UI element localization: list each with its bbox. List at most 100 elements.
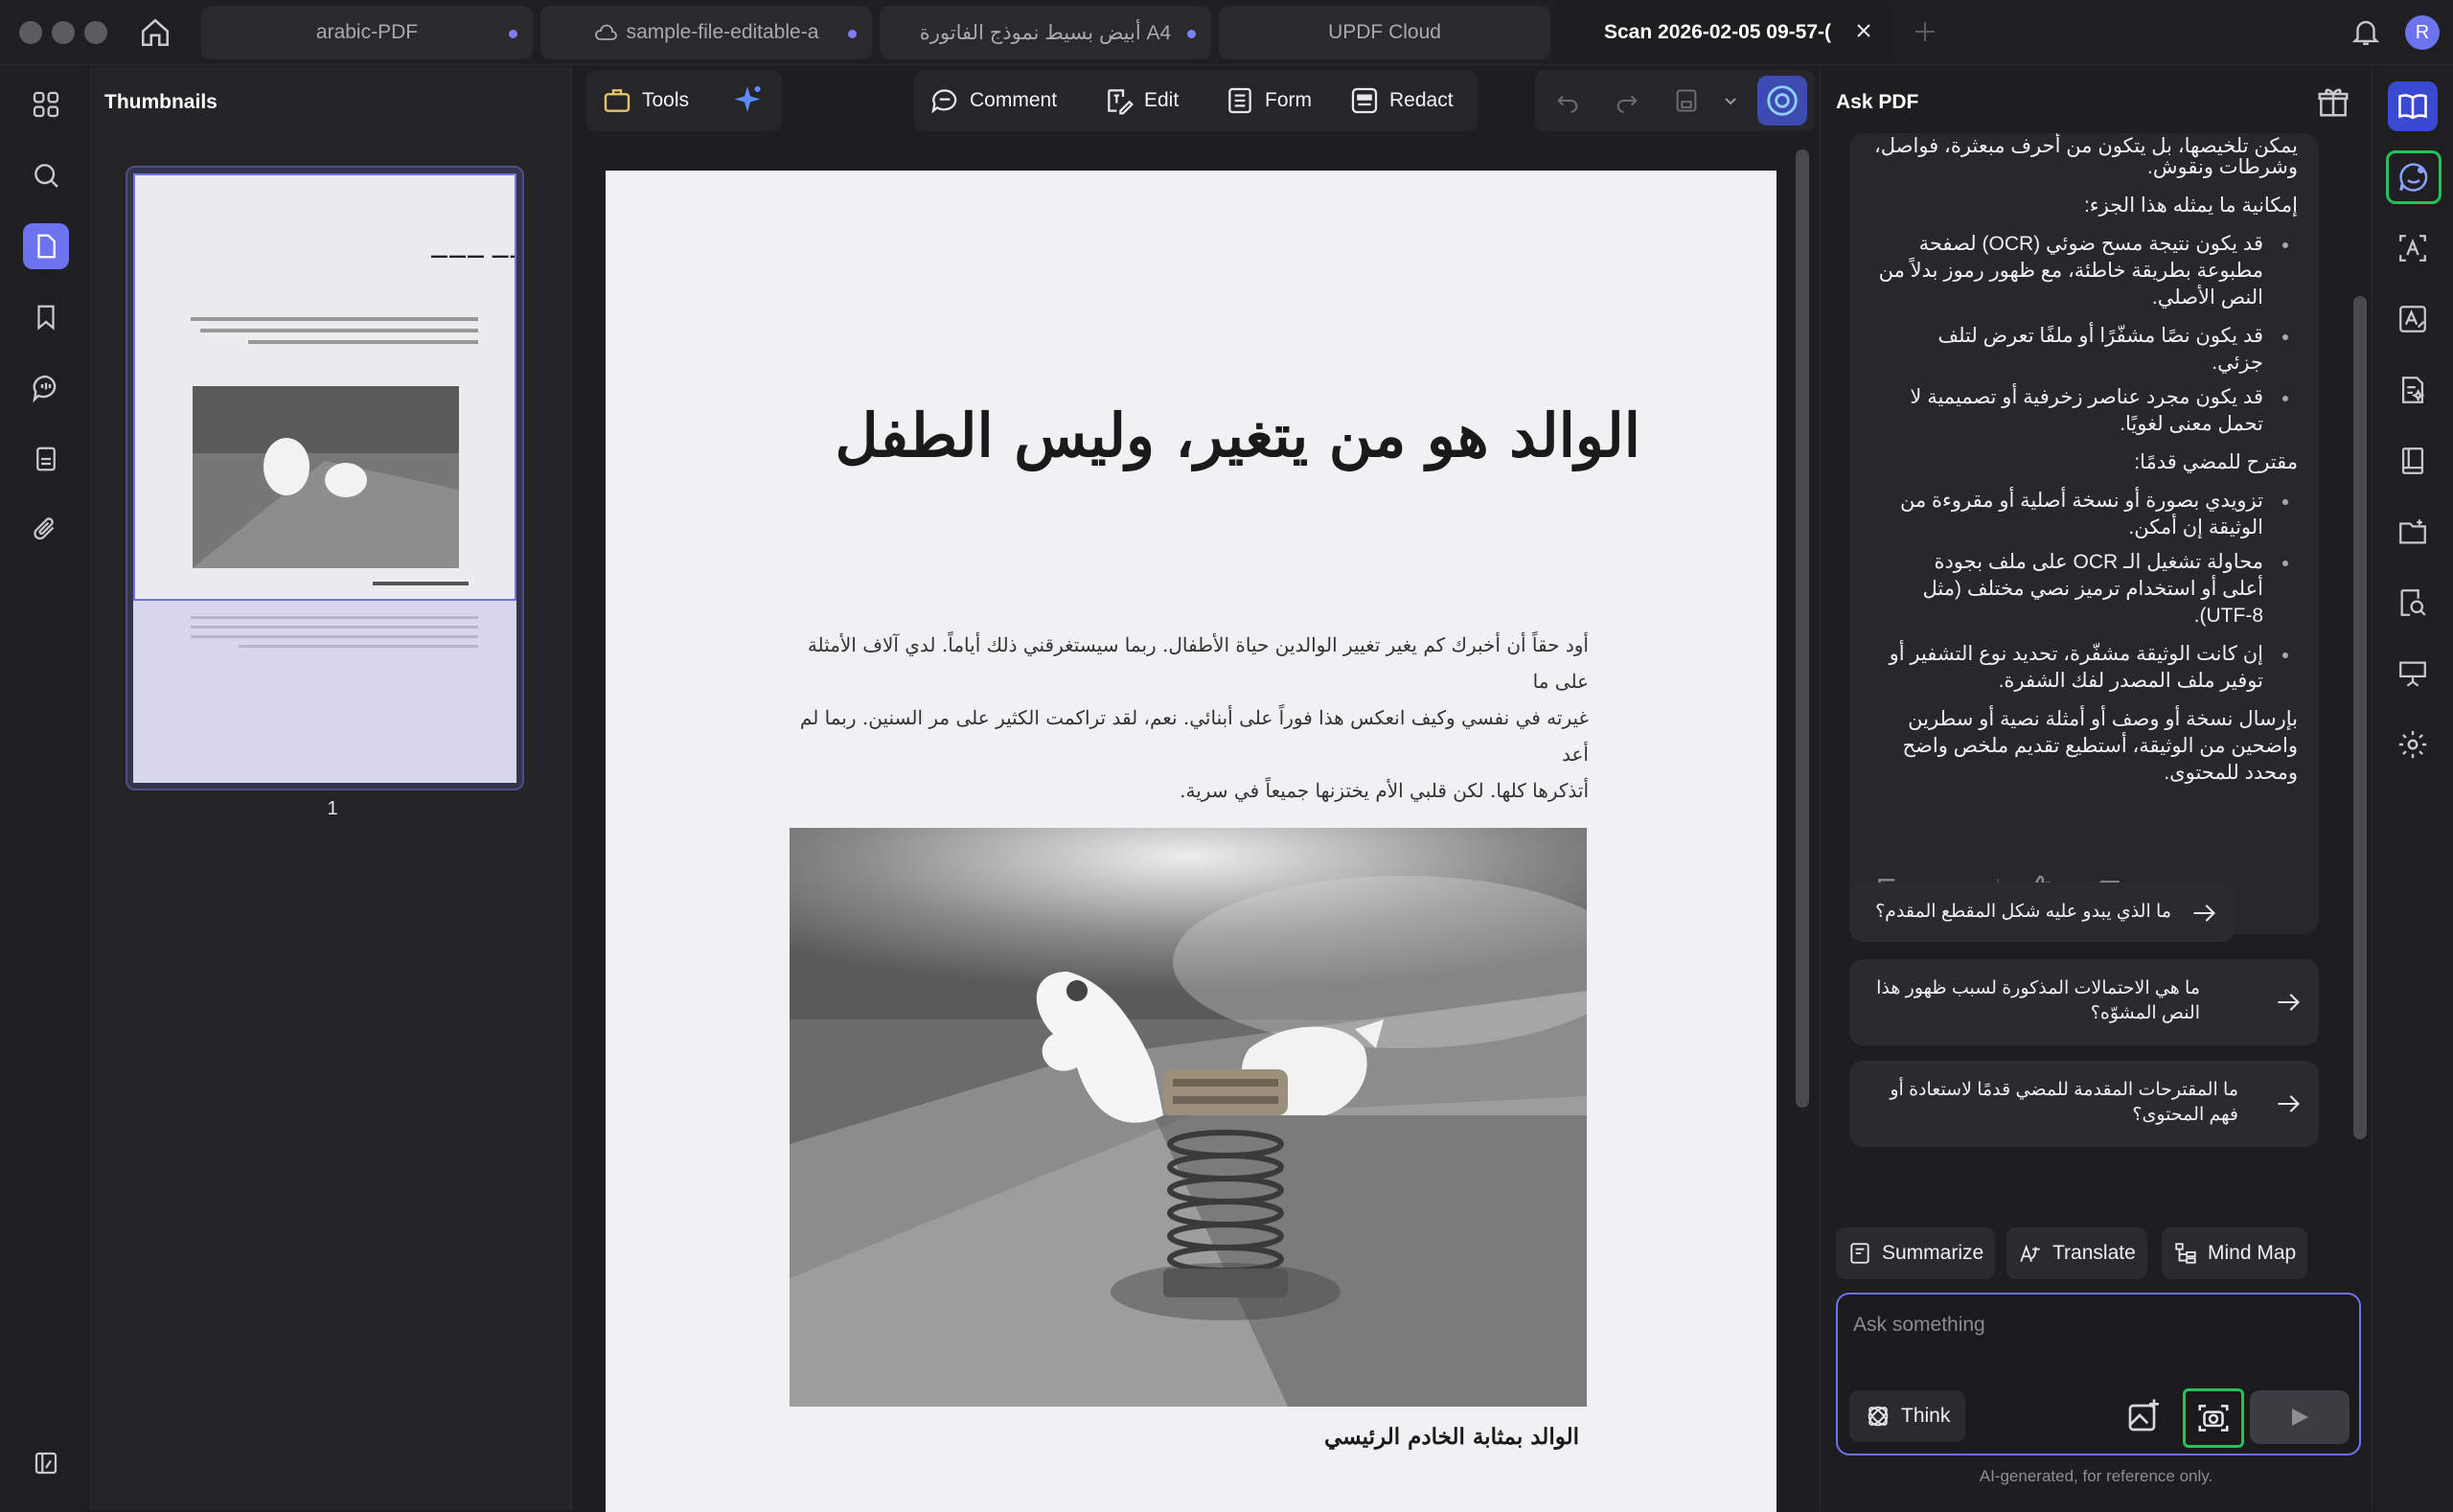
suggestion-text: ما هي الاحتمالات المذكورة لسبب ظهور هذا … bbox=[1865, 976, 2200, 1026]
summarize-button[interactable]: Summarize bbox=[1836, 1227, 1996, 1279]
translate-icon bbox=[2018, 1241, 2043, 1266]
tab-arabic-pdf[interactable]: arabic-PDF bbox=[201, 6, 533, 59]
window-minimize-button[interactable] bbox=[52, 21, 75, 44]
answer-line: إن كانت الوثيقة مشفّرة، تحديد نوع التشفي… bbox=[1889, 643, 2263, 665]
suggestion-line: ما هي الاحتمالات المذكورة لسبب ظهور هذا bbox=[1876, 978, 2200, 998]
ask-pdf-book-icon[interactable] bbox=[2388, 81, 2438, 131]
think-toggle[interactable]: Think bbox=[1849, 1390, 1966, 1442]
answer-line: توفير ملف المصدر لفك الشفرة. bbox=[1998, 670, 2263, 692]
image-upload-icon[interactable] bbox=[2125, 1396, 2164, 1434]
left-sidebar bbox=[0, 66, 92, 1510]
tools-group: Tools bbox=[586, 70, 782, 131]
ai-chat-assistant-icon[interactable] bbox=[2386, 150, 2442, 204]
unsaved-dot bbox=[1187, 30, 1196, 38]
document-viewer[interactable]: الوالد هو من يتغير، وليس الطفل أود حقاً … bbox=[573, 144, 1819, 1512]
search-document-icon[interactable] bbox=[2388, 578, 2438, 628]
screenshot-capture-button[interactable] bbox=[2183, 1388, 2244, 1448]
ai-sparkle-button[interactable] bbox=[730, 70, 765, 131]
answer-line: قد يكون نتيجة مسح ضوئي (OCR) لصفحة bbox=[1918, 233, 2263, 255]
answer-line: تزويدي بصورة أو نسخة أصلية أو مقروءة من bbox=[1899, 490, 2263, 512]
tab-updf-cloud[interactable]: UPDF Cloud bbox=[1219, 6, 1550, 59]
mind-map-label: Mind Map bbox=[2208, 1242, 2297, 1264]
thumbnail-visible-area bbox=[133, 173, 516, 601]
avatar[interactable]: R bbox=[2405, 15, 2440, 50]
document-scrollbar[interactable] bbox=[1796, 149, 1809, 1108]
thumbnails-page-icon[interactable] bbox=[23, 223, 69, 269]
comment-button[interactable]: Comment bbox=[929, 70, 1057, 131]
window-close-button[interactable] bbox=[19, 21, 42, 44]
answer-line: إمكانية ما يمثله هذا الجزء: bbox=[2083, 195, 2298, 217]
form-icon bbox=[1225, 85, 1255, 116]
translate-label: Translate bbox=[2052, 1242, 2136, 1264]
bullet-marker bbox=[2282, 334, 2288, 340]
sidebar-toggle-icon[interactable] bbox=[23, 1440, 69, 1486]
comments-icon[interactable] bbox=[23, 365, 69, 411]
answer-line: مطبوعة بطريقة خاطئة، مع ظهور رموز بدلاً … bbox=[1878, 260, 2263, 282]
redact-button[interactable]: Redact bbox=[1349, 70, 1454, 131]
translate-button[interactable]: Translate bbox=[2006, 1227, 2147, 1279]
settings-gear-icon[interactable] bbox=[2388, 720, 2438, 769]
document-title: الوالد هو من يتغير، وليس الطفل bbox=[835, 401, 1640, 470]
form-label: Form bbox=[1265, 89, 1312, 111]
window-zoom-button[interactable] bbox=[84, 21, 107, 44]
chevron-down-icon[interactable] bbox=[1723, 70, 1738, 131]
suggestion-2[interactable]: ما هي الاحتمالات المذكورة لسبب ظهور هذا … bbox=[1849, 959, 2319, 1045]
bookmark-icon[interactable] bbox=[23, 294, 69, 340]
camera-icon bbox=[2195, 1400, 2232, 1436]
answer-line: جزئي. bbox=[2212, 352, 2263, 374]
tab-label: sample-file-editable-a bbox=[626, 21, 819, 43]
save-icon[interactable] bbox=[1673, 70, 1700, 131]
tab-invoice-template[interactable]: A4 أبيض بسيط نموذج الفاتورة bbox=[880, 6, 1211, 59]
apps-grid-icon[interactable] bbox=[23, 81, 69, 127]
suggestion-text: ما المقترحات المقدمة للمضي قدمًا لاستعاد… bbox=[1865, 1078, 2238, 1128]
ocr-text-icon[interactable] bbox=[2388, 223, 2438, 273]
paperclip-icon[interactable] bbox=[23, 507, 69, 553]
suggestion-1[interactable]: ما الذي يبدو عليه شكل المقطع المقدم؟ bbox=[1849, 882, 2235, 942]
mind-map-button[interactable]: Mind Map bbox=[2162, 1227, 2308, 1279]
comment-label: Comment bbox=[970, 89, 1058, 111]
attachment-doc-icon[interactable] bbox=[23, 436, 69, 482]
cloud-icon bbox=[594, 24, 617, 41]
ai-answer-card: يمكن تلخيصها، بل يتكون من أحرف مبعثرة، ف… bbox=[1849, 133, 2319, 934]
document-paragraph: أود حقاً أن أخبرك كم يغير تغيير الوالدين… bbox=[778, 627, 1589, 809]
ai-assistant-toggle[interactable] bbox=[1757, 76, 1807, 126]
bullet-marker bbox=[2282, 561, 2288, 566]
arrow-right-icon bbox=[2275, 989, 2302, 1016]
suggestion-3[interactable]: ما المقترحات المقدمة للمضي قدمًا لاستعاد… bbox=[1849, 1061, 2319, 1147]
redo-icon[interactable] bbox=[1614, 70, 1640, 131]
folder-add-icon[interactable] bbox=[2388, 507, 2438, 557]
bullet-marker bbox=[2282, 653, 2288, 658]
chat-scrollbar[interactable] bbox=[2353, 296, 2367, 1139]
summarize-icon bbox=[1847, 1241, 1872, 1266]
text-recognition-icon[interactable] bbox=[2388, 294, 2438, 344]
think-icon bbox=[1865, 1403, 1891, 1430]
search-icon[interactable] bbox=[23, 152, 69, 198]
tab-scan[interactable]: Scan 2026-02-05 09-57-( bbox=[1558, 6, 1890, 59]
tab-label: UPDF Cloud bbox=[1328, 21, 1441, 43]
gift-icon[interactable] bbox=[2315, 83, 2351, 120]
page-thumbnail[interactable]: — ——— — —— ——— ——— bbox=[126, 166, 524, 790]
new-tab-icon[interactable] bbox=[1913, 19, 1937, 44]
page-number-label: 1 bbox=[327, 798, 338, 819]
book-icon[interactable] bbox=[2388, 436, 2438, 486]
presentation-icon[interactable] bbox=[2388, 649, 2438, 699]
ask-input-box: Think bbox=[1836, 1293, 2361, 1455]
tools-button[interactable]: Tools bbox=[602, 70, 689, 131]
right-tool-rail bbox=[2372, 66, 2453, 1510]
undo-icon[interactable] bbox=[1554, 70, 1581, 131]
home-icon[interactable] bbox=[136, 13, 174, 52]
send-button[interactable] bbox=[2250, 1390, 2350, 1444]
answer-line: قد يكون نصًا مشفّرًا أو ملفًا تعرض لتلف bbox=[1937, 325, 2263, 347]
form-button[interactable]: Form bbox=[1225, 70, 1312, 131]
edit-modes-group: Comment Edit Form Redact bbox=[914, 70, 1478, 131]
answer-line: وشرطات ونقوش. bbox=[2147, 156, 2298, 178]
pdf-page: الوالد هو من يتغير، وليس الطفل أود حقاً … bbox=[606, 171, 1777, 1512]
send-icon bbox=[2288, 1406, 2311, 1429]
tab-sample-file[interactable]: sample-file-editable-a bbox=[540, 6, 872, 59]
ai-document-icon[interactable] bbox=[2388, 365, 2438, 415]
ask-input[interactable] bbox=[1853, 1306, 2342, 1344]
history-group bbox=[1535, 70, 1815, 131]
edit-button[interactable]: Edit bbox=[1104, 70, 1179, 131]
bell-icon[interactable] bbox=[2350, 15, 2382, 48]
close-tab-icon[interactable] bbox=[1855, 22, 1872, 39]
